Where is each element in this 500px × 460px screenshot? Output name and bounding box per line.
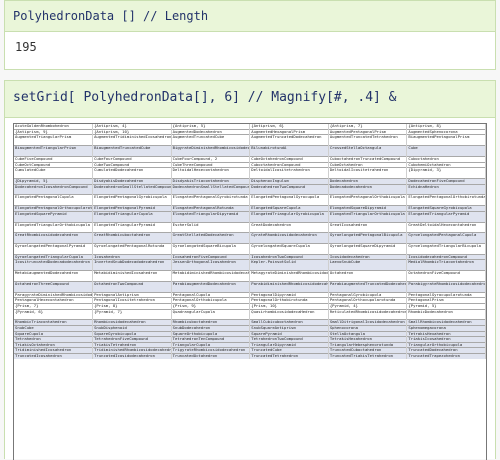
grid-cell: TruncatedIcosidodecahedron: [92, 352, 172, 359]
notebook-cell-length[interactable]: PolyhedronData [] // Length 195: [4, 0, 496, 70]
grid-cell: GyroelongatedPentagonalPyramid: [14, 243, 94, 249]
grid-cell: GyroelongatedPentagonalCupola: [406, 232, 486, 239]
grid-cell: GyroelongatedTriangularCupola: [14, 253, 94, 260]
cell-output: 195: [15, 40, 37, 54]
polyhedron-grid: AcuteGoldenRhombohedron {Antiprism, 4} {An…: [13, 123, 487, 460]
grid-cell: ParabiaugmentedTruncatedDodecahedron: [328, 281, 408, 287]
grid-cell: ElongatedPentagonalGyrobirotunda: [171, 194, 251, 201]
grid-cell: TruncatedIcosahedron: [14, 352, 94, 359]
cell-input[interactable]: PolyhedronData [] // Length: [5, 1, 495, 32]
grid-cell: MetagyrateDiminishedRhombicosidodecahedr…: [249, 270, 329, 277]
grid-cell: IcositruncatedDodecadodecahedron: [14, 259, 94, 266]
grid-cell: ElongatedPentagonalOrthocupolarotunda: [14, 205, 94, 212]
grid-cell: DodecahedronSmallStellatedCompound: [171, 183, 251, 190]
grid-cell: MetabidiminishedRhombicosidodecahedron: [171, 270, 251, 277]
grid-cell: CuboctahedronTruncatedCompound: [328, 156, 408, 163]
grid-cell: ParabigyrateRhombicosidodecahedron: [406, 281, 486, 287]
grid-cell: ElongatedTriangularGyrobicupola: [249, 210, 329, 217]
grid-cell: DodecahedronIcosahedronCompound: [14, 183, 94, 190]
grid-cell: GyroelongatedSquareDipyramid: [328, 243, 408, 249]
grid-cell: ElongatedPentagonalOrthobirotunda: [406, 194, 486, 201]
grid-cell: GyroelongatedPentagonalRotunda: [92, 243, 172, 249]
grid-cell: InvertedSnubDodecadodecahedron: [92, 259, 172, 266]
notebook-cell-grid[interactable]: setGrid[ PolyhedronData[], 6] // Magnify…: [4, 80, 496, 460]
grid-cell: TruncatedTetrahedron: [249, 352, 329, 359]
grid-cell: BigyrateDiminishedRhombicosidodecahedron: [171, 145, 251, 152]
grid-cell: ElongatedTriangularDipyramid: [171, 210, 251, 217]
grid-cell: GyroelongatedTriangularBicupola: [406, 243, 486, 249]
grid-cell: MedialRhombicTriacontahedron: [406, 259, 486, 266]
grid-cell: ElongatedPentagonalGyrobicupola: [92, 194, 172, 201]
grid-cell: AugmentedTruncatedTetrahedron: [328, 134, 408, 141]
cell-input[interactable]: setGrid[ PolyhedronData[], 6] // Magnify…: [5, 81, 495, 118]
grid-cell: PentagonalOrthocupolarotunda: [328, 297, 408, 304]
grid-row: TruncatedIcosahedron TruncatedIcosidodeca…: [14, 352, 486, 359]
grid-cell: GyroelongatedPentagonalBicupola: [328, 232, 408, 239]
grid-cell: ParagyrateDiminishedRhombicosidodecahedr…: [14, 291, 94, 298]
grid-cell: GyrateRhombicosidodecahedron: [249, 232, 329, 239]
grid-cell: SmallDitrigonalIcosidodecahedron: [328, 319, 408, 326]
grid-cell: ElongatedTriangularOrthobicupola: [14, 221, 94, 228]
grid-cell: TridiminishedRhombicosidodecahedron: [92, 347, 172, 354]
grid-cell: TruncatedTrapezohedron: [406, 352, 486, 359]
grid-cell: TruncatedOctahedron: [171, 352, 251, 359]
grid-cell: ElongatedPentagonalGyrocupola: [249, 194, 329, 201]
grid-cell: DodecahedronSmallStellatedCompound: [92, 183, 172, 190]
grid-cell: TrigyrateRhombicosidodecahedron: [171, 347, 251, 354]
grid-cell: ElongatedTriangularOrthobicupola: [328, 210, 408, 217]
grid-cell: AugmentedTridiminishedIcosahedron: [92, 134, 172, 141]
grid-cell: ReticulatedRhombicosidodecahedron: [328, 308, 408, 315]
grid-table: AcuteGoldenRhombohedron {Antiprism, 4} {An…: [14, 124, 486, 359]
grid-cell: ElongatedPentagonalOrthobicupola: [328, 194, 408, 201]
grid-cell: AugmentedTruncatedDodecahedron: [249, 134, 329, 141]
grid-cell: GreatDeltoidalHexecontahedron: [406, 221, 486, 228]
grid-cell: TruncatedTriakisTetrahedron: [328, 352, 408, 359]
grid-cell: ParabidiminishedRhombicosidodecahedron: [249, 281, 329, 287]
